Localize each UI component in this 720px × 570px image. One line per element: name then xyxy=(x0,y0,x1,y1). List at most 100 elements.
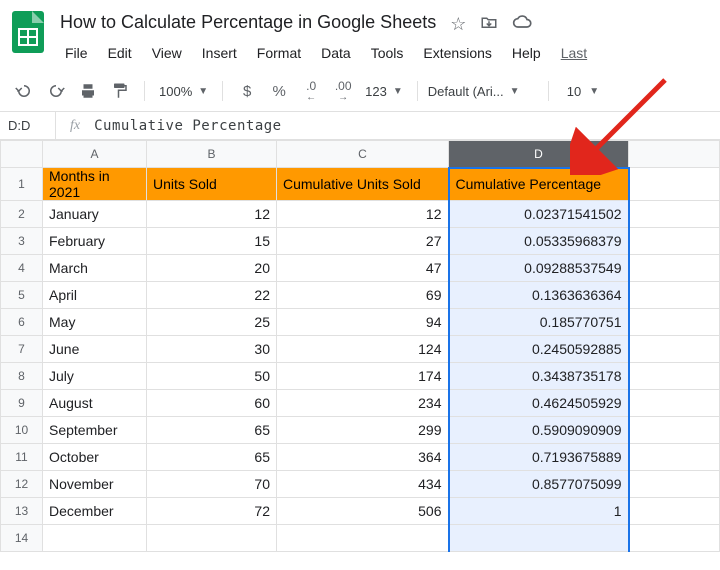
cell[interactable]: 20 xyxy=(147,255,277,282)
cell[interactable]: October xyxy=(43,444,147,471)
cell[interactable]: 12 xyxy=(277,201,449,228)
menu-last-edit[interactable]: Last xyxy=(552,41,596,65)
cell[interactable]: 0.185770751 xyxy=(449,309,629,336)
decrease-decimal-button[interactable]: .0← xyxy=(297,77,325,105)
cell[interactable] xyxy=(629,168,720,201)
cell[interactable]: 1 xyxy=(449,498,629,525)
menu-extensions[interactable]: Extensions xyxy=(414,41,500,65)
row-header[interactable]: 6 xyxy=(1,309,43,336)
spreadsheet-grid[interactable]: A B C D 1Months in 2021Units SoldCumulat… xyxy=(0,140,720,552)
cell[interactable]: 69 xyxy=(277,282,449,309)
cell[interactable]: April xyxy=(43,282,147,309)
menu-tools[interactable]: Tools xyxy=(362,41,413,65)
row-header[interactable]: 5 xyxy=(1,282,43,309)
col-header-b[interactable]: B xyxy=(147,141,277,168)
cell[interactable]: 22 xyxy=(147,282,277,309)
paint-format-button[interactable] xyxy=(106,77,134,105)
cell[interactable] xyxy=(629,417,720,444)
format-currency-button[interactable]: $ xyxy=(233,77,261,105)
menu-edit[interactable]: Edit xyxy=(99,41,141,65)
more-formats-button[interactable]: 123▼ xyxy=(361,84,407,99)
cell[interactable] xyxy=(629,390,720,417)
cell[interactable]: 0.8577075099 xyxy=(449,471,629,498)
menu-view[interactable]: View xyxy=(143,41,191,65)
cell[interactable]: March xyxy=(43,255,147,282)
menu-data[interactable]: Data xyxy=(312,41,360,65)
header-cell[interactable]: Cumulative Units Sold xyxy=(277,168,449,201)
col-header-d[interactable]: D xyxy=(449,141,629,168)
cell[interactable]: 0.02371541502 xyxy=(449,201,629,228)
cell[interactable]: 174 xyxy=(277,363,449,390)
cell[interactable] xyxy=(43,525,147,552)
cell[interactable]: 72 xyxy=(147,498,277,525)
col-header-blank[interactable] xyxy=(629,141,720,168)
cell[interactable] xyxy=(629,336,720,363)
col-header-c[interactable]: C xyxy=(277,141,449,168)
menu-insert[interactable]: Insert xyxy=(193,41,246,65)
cell[interactable]: September xyxy=(43,417,147,444)
cell[interactable]: 60 xyxy=(147,390,277,417)
cell[interactable]: 0.09288537549 xyxy=(449,255,629,282)
cell[interactable] xyxy=(147,525,277,552)
cell[interactable]: 234 xyxy=(277,390,449,417)
select-all-corner[interactable] xyxy=(1,141,43,168)
cell[interactable] xyxy=(629,309,720,336)
cell[interactable]: 0.7193675889 xyxy=(449,444,629,471)
cell[interactable]: 94 xyxy=(277,309,449,336)
cell[interactable]: 0.2450592885 xyxy=(449,336,629,363)
header-cell[interactable]: Units Sold xyxy=(147,168,277,201)
font-family-select[interactable]: Default (Ari...▼ xyxy=(428,84,538,99)
cell[interactable] xyxy=(629,444,720,471)
header-cell[interactable]: Cumulative Percentage xyxy=(449,168,629,201)
formula-bar[interactable]: Cumulative Percentage xyxy=(94,118,282,134)
header-cell[interactable]: Months in 2021 xyxy=(43,168,147,201)
cell[interactable] xyxy=(277,525,449,552)
cell[interactable]: 0.05335968379 xyxy=(449,228,629,255)
cell[interactable] xyxy=(629,255,720,282)
cell[interactable]: 299 xyxy=(277,417,449,444)
cell[interactable]: February xyxy=(43,228,147,255)
row-header[interactable]: 2 xyxy=(1,201,43,228)
col-header-a[interactable]: A xyxy=(43,141,147,168)
cell[interactable]: June xyxy=(43,336,147,363)
cell[interactable] xyxy=(629,525,720,552)
cell[interactable]: 15 xyxy=(147,228,277,255)
row-header[interactable]: 10 xyxy=(1,417,43,444)
cell[interactable] xyxy=(449,525,629,552)
print-button[interactable] xyxy=(74,77,102,105)
cell[interactable]: 47 xyxy=(277,255,449,282)
cell[interactable]: July xyxy=(43,363,147,390)
cell[interactable]: 0.1363636364 xyxy=(449,282,629,309)
row-header[interactable]: 13 xyxy=(1,498,43,525)
cell[interactable]: 30 xyxy=(147,336,277,363)
row-header[interactable]: 9 xyxy=(1,390,43,417)
cell[interactable]: 70 xyxy=(147,471,277,498)
row-header[interactable]: 3 xyxy=(1,228,43,255)
cell[interactable]: 124 xyxy=(277,336,449,363)
cell[interactable] xyxy=(629,471,720,498)
menu-format[interactable]: Format xyxy=(248,41,310,65)
font-size-select[interactable]: 10▼ xyxy=(559,84,607,99)
cell[interactable]: 0.5909090909 xyxy=(449,417,629,444)
cell[interactable] xyxy=(629,282,720,309)
cell[interactable]: 25 xyxy=(147,309,277,336)
cell[interactable]: 65 xyxy=(147,444,277,471)
document-title[interactable]: How to Calculate Percentage in Google Sh… xyxy=(56,10,440,35)
star-icon[interactable]: ☆ xyxy=(450,14,466,35)
name-box[interactable]: D:D xyxy=(0,112,56,139)
sheets-logo[interactable] xyxy=(10,8,46,56)
cell[interactable]: November xyxy=(43,471,147,498)
menu-file[interactable]: File xyxy=(56,41,97,65)
cell[interactable] xyxy=(629,201,720,228)
cell[interactable]: 0.4624505929 xyxy=(449,390,629,417)
redo-button[interactable] xyxy=(42,77,70,105)
format-percent-button[interactable]: % xyxy=(265,77,293,105)
row-header[interactable]: 11 xyxy=(1,444,43,471)
menu-help[interactable]: Help xyxy=(503,41,550,65)
row-header[interactable]: 1 xyxy=(1,168,43,201)
cell[interactable] xyxy=(629,228,720,255)
cell[interactable]: 0.3438735178 xyxy=(449,363,629,390)
cell[interactable]: 434 xyxy=(277,471,449,498)
cell[interactable]: January xyxy=(43,201,147,228)
row-header[interactable]: 14 xyxy=(1,525,43,552)
